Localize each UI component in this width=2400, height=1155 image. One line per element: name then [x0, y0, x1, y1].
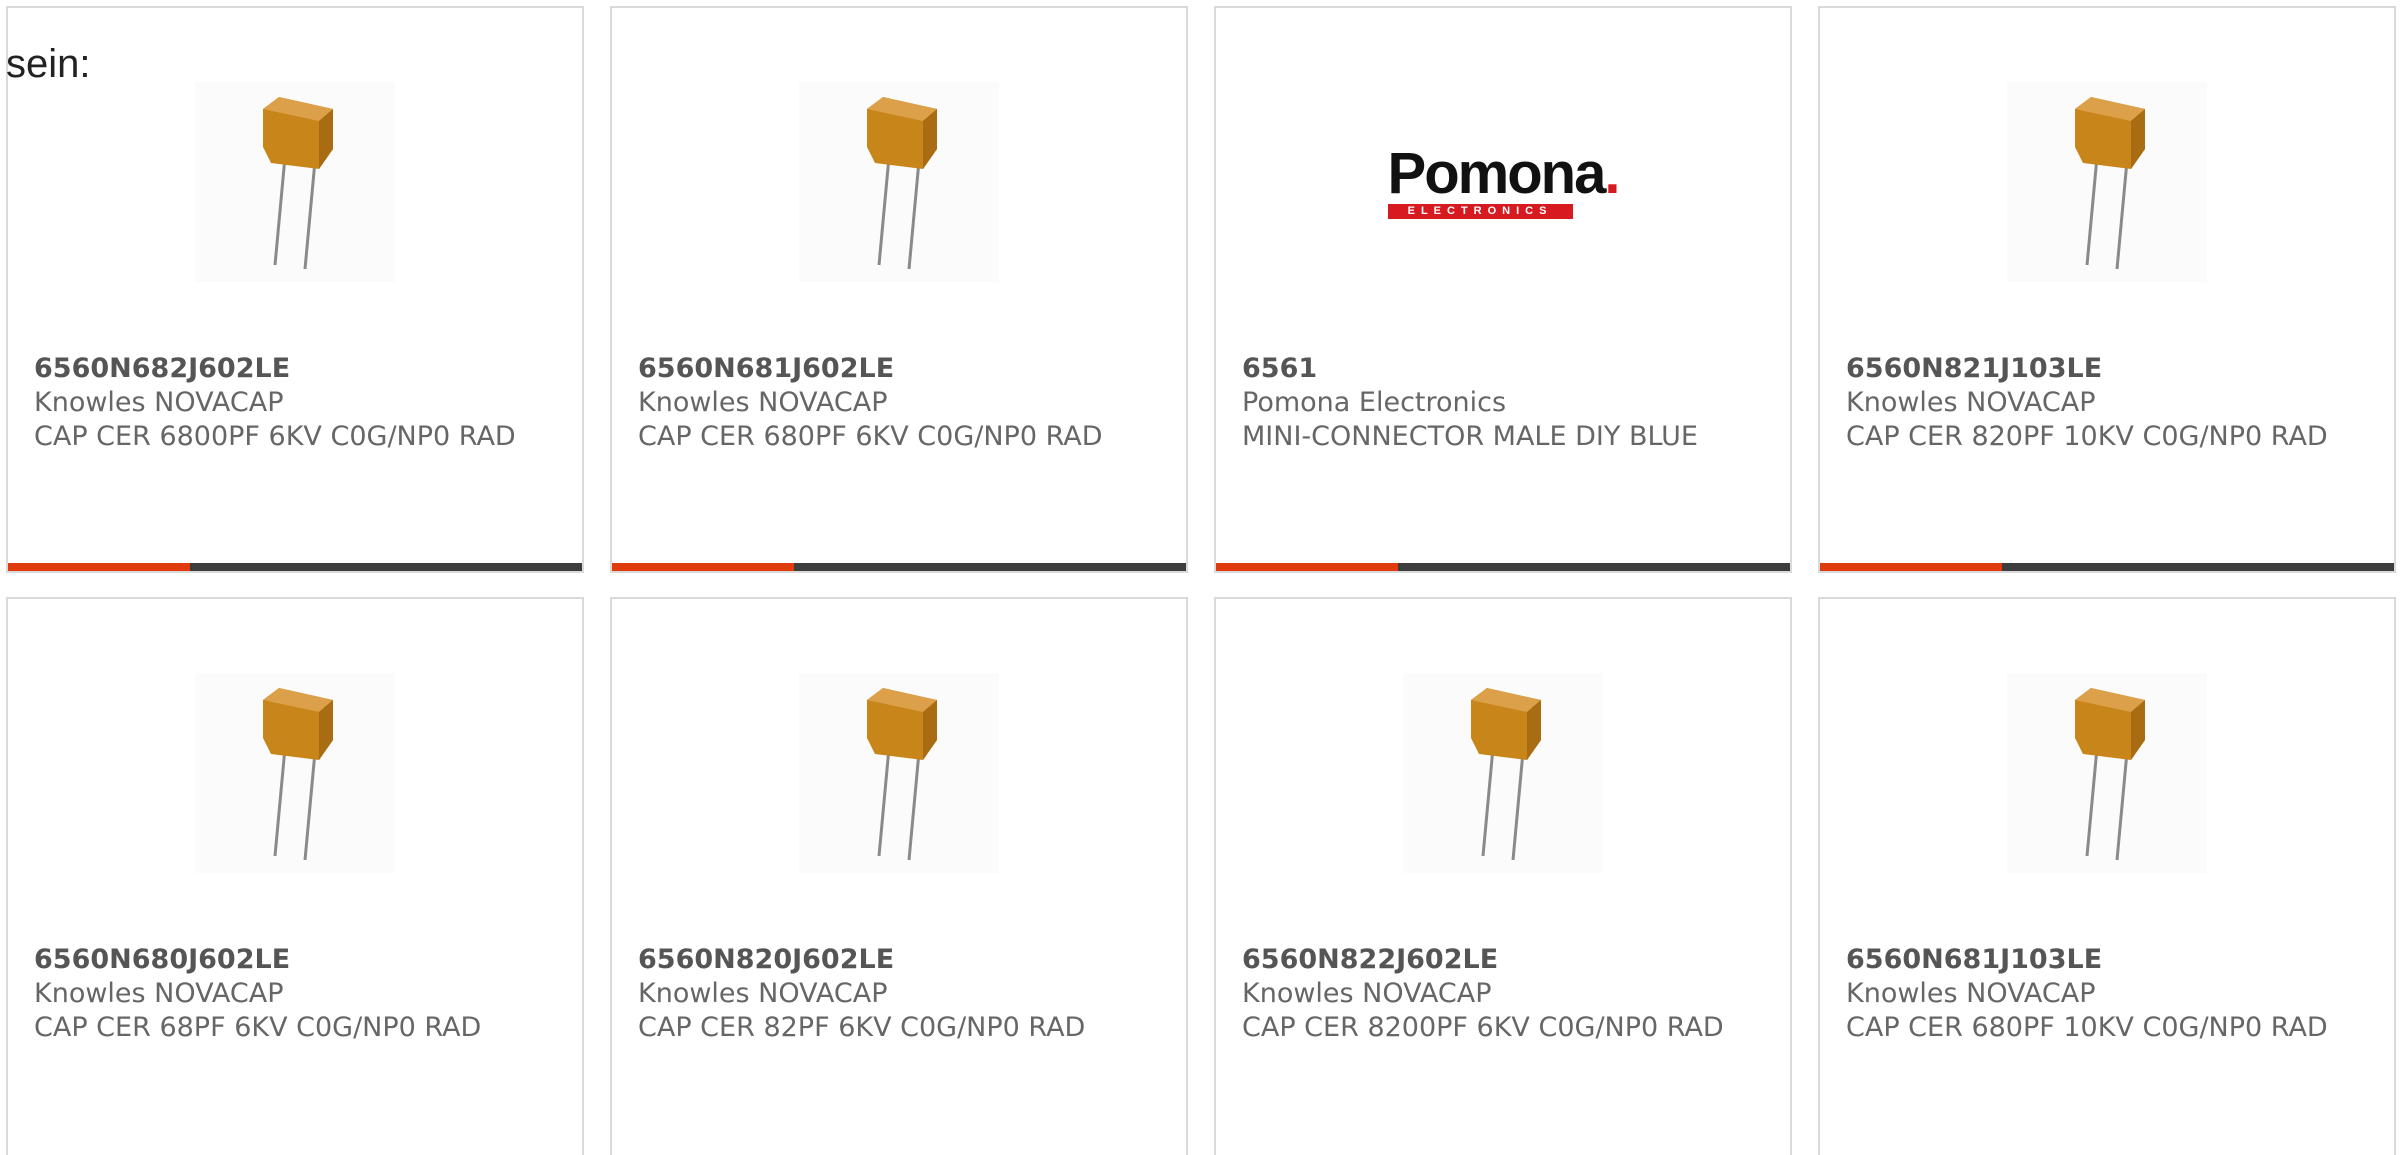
manufacturer: Knowles NOVACAP [1242, 978, 1492, 1009]
pomona-logo: Pomona. ELECTRONICS [1387, 144, 1620, 219]
description: MINI-CONNECTOR MALE DIY BLUE [1242, 421, 1698, 452]
logo-word: Pomona [1387, 140, 1607, 206]
part-number[interactable]: 6560N681J103LE [1846, 943, 2102, 977]
product-card[interactable]: 6560N682J602LE Knowles NOVACAP CAP CER 6… [6, 6, 584, 573]
manufacturer: Pomona Electronics [1242, 387, 1507, 418]
capacitor-icon [867, 97, 937, 270]
description: CAP CER 8200PF 6KV C0G/NP0 RAD [1242, 1012, 1724, 1043]
product-card[interactable]: 6560N681J602LE Knowles NOVACAP CAP CER 6… [610, 6, 1188, 573]
part-number[interactable]: 6560N682J602LE [34, 352, 290, 386]
card-bar [612, 563, 1186, 571]
part-number[interactable]: 6560N822J602LE [1242, 943, 1498, 977]
part-number[interactable]: 6560N680J602LE [34, 943, 290, 977]
card-bar-accent [1216, 563, 1398, 571]
card-bar-accent [8, 563, 190, 571]
product-image[interactable] [195, 82, 395, 282]
card-bar [8, 563, 582, 571]
manufacturer: Knowles NOVACAP [638, 387, 888, 418]
manufacturer: Knowles NOVACAP [1846, 978, 2096, 1009]
capacitor-icon [2075, 688, 2145, 861]
description: CAP CER 82PF 6KV C0G/NP0 RAD [638, 1012, 1086, 1043]
manufacturer: Knowles NOVACAP [34, 978, 284, 1009]
part-number[interactable]: 6560N821J103LE [1846, 352, 2102, 386]
product-image[interactable] [2007, 82, 2207, 282]
part-number[interactable]: 6560N681J602LE [638, 352, 894, 386]
description: CAP CER 68PF 6KV C0G/NP0 RAD [34, 1012, 482, 1043]
capacitor-icon [867, 688, 937, 861]
description: CAP CER 680PF 10KV C0G/NP0 RAD [1846, 1012, 2328, 1043]
product-image[interactable] [195, 673, 395, 873]
product-image[interactable] [2007, 673, 2207, 873]
page: sein: 6560N682J602LE Knowles NOVACAP CAP… [0, 0, 2400, 1155]
part-number[interactable]: 6560N820J602LE [638, 943, 894, 977]
capacitor-icon [1471, 688, 1541, 861]
logo-dot: . [1604, 140, 1620, 206]
description: CAP CER 6800PF 6KV C0G/NP0 RAD [34, 421, 516, 452]
capacitor-icon [263, 97, 333, 270]
manufacturer: Knowles NOVACAP [1846, 387, 2096, 418]
description: CAP CER 680PF 6KV C0G/NP0 RAD [638, 421, 1103, 452]
capacitor-icon [2075, 97, 2145, 270]
product-card[interactable]: 6560N822J602LE Knowles NOVACAP CAP CER 8… [1214, 597, 1792, 1155]
product-image[interactable] [799, 82, 999, 282]
product-card[interactable]: 6560N820J602LE Knowles NOVACAP CAP CER 8… [610, 597, 1188, 1155]
part-number[interactable]: 6561 [1242, 352, 1317, 386]
product-image[interactable] [799, 673, 999, 873]
product-card[interactable]: 6560N681J103LE Knowles NOVACAP CAP CER 6… [1818, 597, 2396, 1155]
product-card[interactable]: 6560N821J103LE Knowles NOVACAP CAP CER 8… [1818, 6, 2396, 573]
product-card[interactable]: 6560N680J602LE Knowles NOVACAP CAP CER 6… [6, 597, 584, 1155]
card-bar-accent [1820, 563, 2002, 571]
manufacturer: Knowles NOVACAP [638, 978, 888, 1009]
card-bar-accent [612, 563, 794, 571]
logo-strip: ELECTRONICS [1387, 203, 1573, 219]
card-bar [1216, 563, 1790, 571]
manufacturer: Knowles NOVACAP [34, 387, 284, 418]
intro-text: sein: [6, 42, 91, 86]
description: CAP CER 820PF 10KV C0G/NP0 RAD [1846, 421, 2328, 452]
card-bar [1820, 563, 2394, 571]
product-image[interactable] [1403, 673, 1603, 873]
capacitor-icon [263, 688, 333, 861]
product-card[interactable]: Pomona. ELECTRONICS 6561 Pomona Electron… [1214, 6, 1792, 573]
product-image[interactable]: Pomona. ELECTRONICS [1387, 82, 1620, 282]
